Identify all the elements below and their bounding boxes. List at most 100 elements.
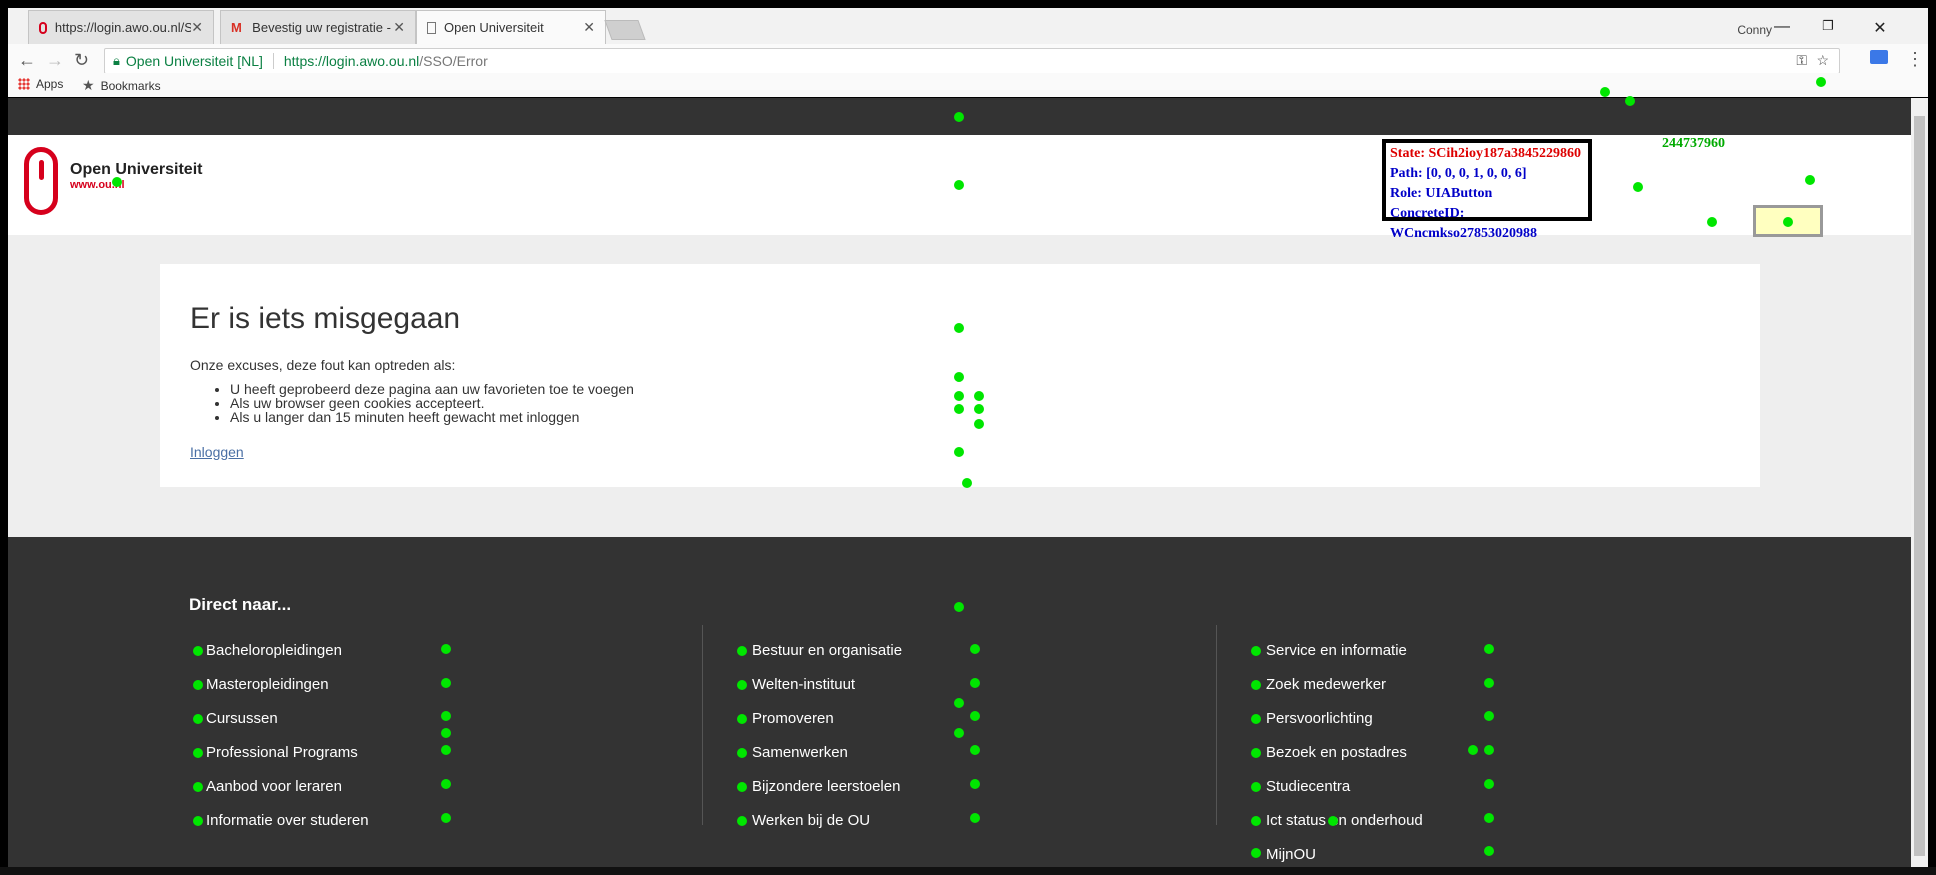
forward-icon[interactable]: → <box>46 50 64 71</box>
key-icon[interactable]: ⚿ <box>1796 52 1807 69</box>
close-tab-icon[interactable]: ✕ <box>583 19 595 36</box>
ou-favicon-icon <box>39 21 47 34</box>
error-intro: Onze excuses, deze fout kan optreden als… <box>190 357 456 373</box>
back-icon[interactable]: ← <box>18 50 36 71</box>
marker-dot <box>193 748 203 758</box>
footer-link[interactable]: Service en informatie <box>1266 633 1423 667</box>
restore-icon[interactable]: ❐ <box>1808 18 1848 40</box>
footer-divider <box>1216 625 1217 825</box>
minimize-icon[interactable]: — <box>1762 18 1802 40</box>
bookmark-star-icon[interactable]: ☆ <box>1816 52 1829 69</box>
marker-dot <box>737 646 747 656</box>
marker-dot <box>1484 813 1494 823</box>
marker-dot <box>193 816 203 826</box>
bookmarks-bar: Apps ★ Bookmarks <box>8 73 1928 97</box>
marker-dot <box>1251 714 1261 724</box>
footer-link[interactable]: Cursussen <box>206 701 369 735</box>
marker-dot <box>970 711 980 721</box>
bookmark-label: Bookmarks <box>100 78 161 93</box>
marker-dot <box>441 711 451 721</box>
footer-link[interactable]: Persvoorlichting <box>1266 701 1423 735</box>
footer-link[interactable]: Bestuur en organisatie <box>752 633 902 667</box>
marker-dot <box>1484 846 1494 856</box>
extension-icon[interactable] <box>1870 50 1888 64</box>
marker-dot <box>974 404 984 414</box>
footer-link[interactable]: Informatie over studeren <box>206 803 369 837</box>
footer-link[interactable]: Promoveren <box>752 701 902 735</box>
marker-dot <box>441 678 451 688</box>
marker-dot <box>954 391 964 401</box>
marker-dot <box>954 404 964 414</box>
url-host: https://login.awo.ou.nl <box>283 53 420 69</box>
footer-heading: Direct naar... <box>189 595 292 614</box>
footer-column-1: Bacheloropleidingen Masteropleidingen Cu… <box>206 633 369 837</box>
footer-link[interactable]: Masteropleidingen <box>206 667 369 701</box>
marker-dot <box>1633 182 1643 192</box>
close-window-icon[interactable]: ✕ <box>1860 18 1900 40</box>
marker-dot <box>1251 646 1261 656</box>
gmail-icon: M <box>231 19 242 35</box>
page-icon <box>427 21 436 34</box>
error-title: Er is iets misgegaan <box>190 302 461 335</box>
url-path: /SSO/Error <box>419 53 488 69</box>
page-scrollbar[interactable] <box>1911 98 1928 875</box>
marker-dot <box>954 372 964 382</box>
marker-dot <box>441 728 451 738</box>
marker-dot <box>1484 644 1494 654</box>
close-tab-icon[interactable]: ✕ <box>393 19 405 36</box>
footer-link[interactable]: Bacheloropleidingen <box>206 633 369 667</box>
tab-gmail[interactable]: M Bevestig uw registratie - ✕ <box>220 10 416 44</box>
footer-link[interactable]: Werken bij de OU <box>752 803 902 837</box>
footer-link[interactable]: Bijzondere leerstoelen <box>752 769 902 803</box>
marker-dot <box>1600 87 1610 97</box>
marker-dot <box>441 813 451 823</box>
marker-dot <box>193 782 203 792</box>
login-link[interactable]: Inloggen <box>190 444 244 460</box>
marker-dot <box>193 680 203 690</box>
marker-dot <box>974 391 984 401</box>
tab-login[interactable]: https://login.awo.ou.nl/S ✕ <box>28 10 214 44</box>
marker-dot <box>1484 711 1494 721</box>
footer-link[interactable]: MijnOU <box>1266 837 1423 871</box>
debug-overlay: State: SCih2ioy187a3845229860 Path: [0, … <box>1382 139 1592 241</box>
marker-dot <box>974 419 984 429</box>
footer-link[interactable]: Ict status en onderhoud <box>1266 803 1423 837</box>
marker-dot <box>737 816 747 826</box>
footer-column-3: Service en informatie Zoek medewerker Pe… <box>1266 633 1423 871</box>
footer-link[interactable]: Zoek medewerker <box>1266 667 1423 701</box>
marker-dot <box>441 644 451 654</box>
debug-role: Role: UIAButton <box>1390 186 1493 201</box>
tab-title: Bevestig uw registratie - <box>252 20 391 35</box>
tab-strip: https://login.awo.ou.nl/S ✕ M Bevestig u… <box>8 8 1928 45</box>
marker-dot <box>1484 678 1494 688</box>
tab-open-universiteit[interactable]: Open Universiteit ✕ <box>416 10 606 44</box>
footer-link[interactable]: Samenwerken <box>752 735 902 769</box>
marker-dot <box>954 698 964 708</box>
close-tab-icon[interactable]: ✕ <box>191 19 203 36</box>
marker-dot <box>1251 748 1261 758</box>
logo-url: www.ou.nl <box>70 179 125 191</box>
footer-link[interactable]: Studiecentra <box>1266 769 1423 803</box>
marker-dot <box>1625 96 1635 106</box>
reload-icon[interactable]: ↻ <box>74 50 89 71</box>
footer-link[interactable]: Welten-instituut <box>752 667 902 701</box>
menu-icon[interactable]: ⋮ <box>1906 49 1924 70</box>
marker-dot <box>970 779 980 789</box>
marker-dot <box>1251 816 1261 826</box>
marker-dot <box>1328 816 1338 826</box>
list-item: Als u langer dan 15 minuten heeft gewach… <box>230 410 634 424</box>
bookmark-apps[interactable]: Apps <box>18 77 63 91</box>
footer-link[interactable]: Aanbod voor leraren <box>206 769 369 803</box>
address-bar[interactable]: 🔒︎ Open Universiteit [NL] https://login.… <box>104 48 1840 74</box>
bookmark-bookmarks[interactable]: ★ Bookmarks <box>82 77 161 94</box>
marker-dot <box>1805 175 1815 185</box>
marker-dot <box>737 782 747 792</box>
new-tab-button[interactable] <box>604 20 646 40</box>
logo-name: Open Universiteit <box>70 161 203 178</box>
scrollbar-thumb[interactable] <box>1914 116 1925 856</box>
footer-link[interactable]: Bezoek en postadres <box>1266 735 1423 769</box>
footer-divider <box>702 625 703 825</box>
marker-dot <box>970 644 980 654</box>
footer-link[interactable]: Professional Programs <box>206 735 369 769</box>
star-icon: ★ <box>82 77 95 93</box>
